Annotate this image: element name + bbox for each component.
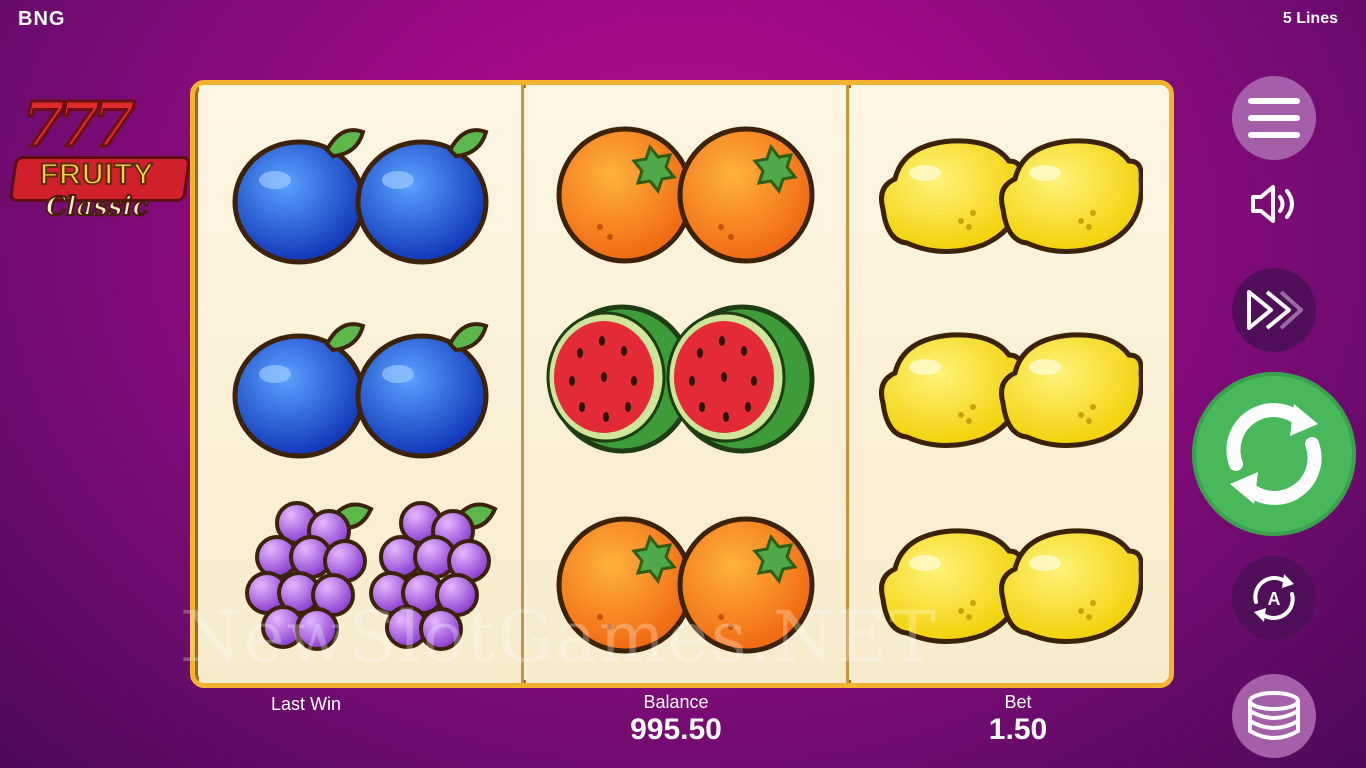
speaker-icon (1251, 185, 1294, 223)
spin-icon (1226, 403, 1322, 505)
fast-forward-icon (1247, 290, 1303, 330)
coin-stack-icon (1248, 691, 1300, 740)
reel-2 (526, 85, 848, 683)
balance-display: Balance 995.50 (606, 692, 746, 747)
bet-display[interactable]: Bet 1.50 (958, 692, 1078, 747)
balance-label: Balance (643, 692, 709, 712)
symbol-plum (209, 105, 509, 285)
symbol-orange (536, 105, 836, 285)
reel-divider (846, 85, 849, 683)
autoplay-icon: A (1253, 574, 1295, 622)
last-win-label: Last Win (270, 694, 342, 714)
reel-3 (851, 85, 1169, 683)
watermark: NewSlotGames.NET (180, 596, 938, 678)
symbol-lemon (861, 299, 1161, 479)
symbol-plum (209, 299, 509, 479)
menu-icon (1248, 98, 1300, 138)
svg-text:A: A (1268, 589, 1281, 609)
symbol-lemon (861, 105, 1161, 285)
autoplay-button[interactable]: A (1232, 556, 1316, 640)
bet-label: Bet (1004, 692, 1032, 712)
balance-value: 995.50 (630, 713, 722, 746)
sound-button[interactable] (1244, 176, 1304, 232)
lines-indicator: 5 Lines (1282, 10, 1338, 27)
turbo-button[interactable] (1232, 268, 1316, 352)
brand-logo: BNG (18, 8, 66, 30)
bet-coins-button[interactable] (1232, 674, 1316, 758)
reel-1 (199, 85, 521, 683)
menu-button[interactable] (1232, 76, 1316, 160)
symbol-watermelon (536, 287, 836, 467)
bet-value: 1.50 (988, 713, 1048, 746)
game-logo: 777 FRUITY Classic (8, 87, 192, 233)
last-win-display: Last Win (246, 694, 366, 715)
logo-sevens: 777 (20, 87, 136, 163)
reel-divider (521, 85, 524, 683)
spin-button[interactable] (1192, 372, 1356, 536)
logo-subtitle: Classic (45, 191, 149, 223)
logo-title: FRUITY (39, 157, 155, 192)
